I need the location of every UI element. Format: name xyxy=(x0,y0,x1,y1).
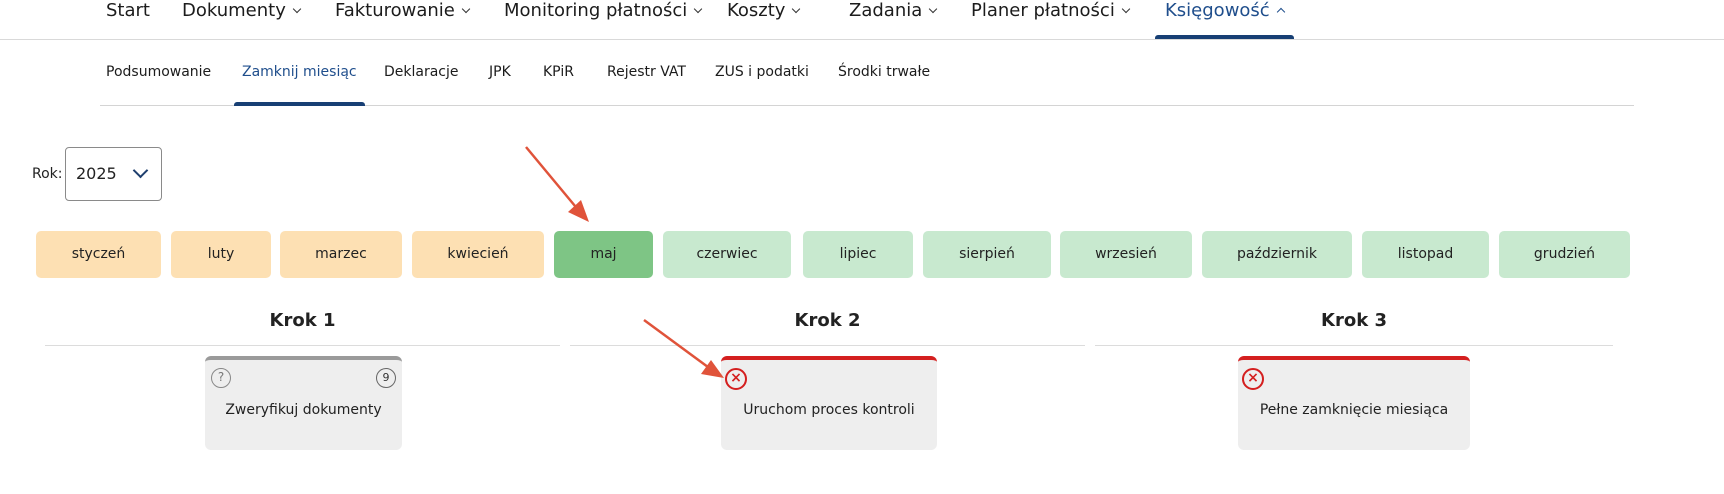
tab-label: Podsumowanie xyxy=(106,64,212,80)
error-x-icon: × xyxy=(725,368,747,390)
nav-item-label: Księgowość xyxy=(1165,0,1270,21)
step-1-title: Krok 1 xyxy=(269,310,336,331)
nav-item-label: Start xyxy=(106,0,150,21)
month-label: styczeń xyxy=(71,246,126,262)
tab-label: JPK xyxy=(489,64,511,80)
nav-item-start[interactable]: Start xyxy=(106,0,150,39)
chevron-down-icon xyxy=(929,4,938,14)
tab-kpir[interactable]: KPiR xyxy=(543,64,574,106)
tab-label: ZUS i podatki xyxy=(715,64,809,80)
nav-item-fakturowanie[interactable]: Fakturowanie xyxy=(335,0,471,39)
nav-item-label: Fakturowanie xyxy=(335,0,455,21)
step-2-divider xyxy=(570,345,1085,346)
year-value: 2025 xyxy=(76,164,117,183)
nav-item-koszty[interactable]: Koszty xyxy=(727,0,801,39)
chevron-down-icon xyxy=(792,4,801,14)
month-label: maj xyxy=(590,246,617,262)
tab-podsumowanie[interactable]: Podsumowanie xyxy=(106,64,211,106)
nav-item-label: Monitoring płatności xyxy=(504,0,688,21)
step-card-label: Uruchom proces kontroli xyxy=(743,402,915,418)
step-3-divider xyxy=(1095,345,1613,346)
tab-zus-i-podatki[interactable]: ZUS i podatki xyxy=(715,64,809,106)
tab-label: Środki trwałe xyxy=(838,64,931,80)
chevron-down-icon xyxy=(1121,4,1131,14)
step-card-full-close[interactable]: × Pełne zamknięcie miesiąca xyxy=(1238,356,1470,450)
nav-item-zadania[interactable]: Zadania xyxy=(849,0,938,39)
month-label: marzec xyxy=(315,246,367,262)
month-grudzien[interactable]: grudzień xyxy=(1499,231,1630,278)
annotation-arrow-maj xyxy=(525,146,589,222)
tab-rejestr-vat[interactable]: Rejestr VAT xyxy=(607,64,686,106)
chevron-up-icon xyxy=(1276,7,1285,17)
month-label: czerwiec xyxy=(696,246,758,262)
month-label: sierpień xyxy=(959,246,1015,262)
tab-label: Rejestr VAT xyxy=(607,64,686,80)
nav-item-planer-platnosci[interactable]: Planer płatności xyxy=(971,0,1131,39)
main-navigation: Start Dokumenty Fakturowanie Monitoring … xyxy=(0,0,1724,40)
month-lipiec[interactable]: lipiec xyxy=(803,231,913,278)
tab-label: Zamknij miesiąc xyxy=(242,64,357,80)
month-czerwiec[interactable]: czerwiec xyxy=(663,231,791,278)
step-3-title: Krok 3 xyxy=(1321,310,1387,331)
tab-label: KPiR xyxy=(543,64,574,80)
step-card-run-control[interactable]: × Uruchom proces kontroli xyxy=(721,356,937,450)
nav-item-dokumenty[interactable]: Dokumenty xyxy=(182,0,302,39)
nav-item-ksiegowosc[interactable]: Księgowość xyxy=(1155,0,1294,39)
chevron-down-icon xyxy=(461,4,471,14)
month-label: luty xyxy=(207,246,235,262)
chevron-down-icon xyxy=(292,4,302,14)
chevron-down-icon xyxy=(132,162,149,179)
tab-zamknij-miesiac[interactable]: Zamknij miesiąc xyxy=(234,64,365,106)
month-maj[interactable]: maj xyxy=(554,231,653,278)
step-card-verify-documents[interactable]: ? 9 Zweryfikuj dokumenty xyxy=(205,356,402,450)
month-label: październik xyxy=(1237,246,1317,262)
month-label: grudzień xyxy=(1533,246,1596,262)
nav-item-label: Koszty xyxy=(727,0,786,21)
step-1-divider xyxy=(45,345,560,346)
month-label: kwiecień xyxy=(447,246,509,262)
nav-item-monitoring-platnosci[interactable]: Monitoring płatności xyxy=(504,0,703,39)
tab-deklaracje[interactable]: Deklaracje xyxy=(384,64,459,106)
tab-srodki-trwale[interactable]: Środki trwałe xyxy=(838,64,930,106)
month-label: wrzesień xyxy=(1095,246,1157,262)
nav-item-label: Zadania xyxy=(849,0,923,21)
month-sierpien[interactable]: sierpień xyxy=(923,231,1051,278)
month-kwiecien[interactable]: kwiecień xyxy=(412,231,544,278)
step-card-label: Pełne zamknięcie miesiąca xyxy=(1259,402,1449,418)
month-pazdziernik[interactable]: październik xyxy=(1202,231,1352,278)
nav-item-label: Planer płatności xyxy=(971,0,1115,21)
month-luty[interactable]: luty xyxy=(171,231,271,278)
chevron-down-icon xyxy=(694,4,703,14)
year-select[interactable]: 2025 xyxy=(65,147,162,201)
tab-jpk[interactable]: JPK xyxy=(489,64,511,106)
question-icon: ? xyxy=(211,368,231,388)
document-count-badge: 9 xyxy=(376,368,396,388)
step-2-title: Krok 2 xyxy=(794,310,861,331)
month-marzec[interactable]: marzec xyxy=(280,231,402,278)
month-wrzesien[interactable]: wrzesień xyxy=(1060,231,1192,278)
month-label: lipiec xyxy=(839,246,877,262)
step-card-label: Zweryfikuj dokumenty xyxy=(225,402,382,418)
error-x-icon: × xyxy=(1242,368,1264,390)
tab-label: Deklaracje xyxy=(384,64,459,80)
sub-navigation: Podsumowanie Zamknij miesiąc Deklaracje … xyxy=(100,40,1634,106)
month-listopad[interactable]: listopad xyxy=(1362,231,1489,278)
year-label: Rok: xyxy=(32,166,63,182)
nav-item-label: Dokumenty xyxy=(182,0,286,21)
month-label: listopad xyxy=(1397,246,1454,262)
month-styczen[interactable]: styczeń xyxy=(36,231,161,278)
